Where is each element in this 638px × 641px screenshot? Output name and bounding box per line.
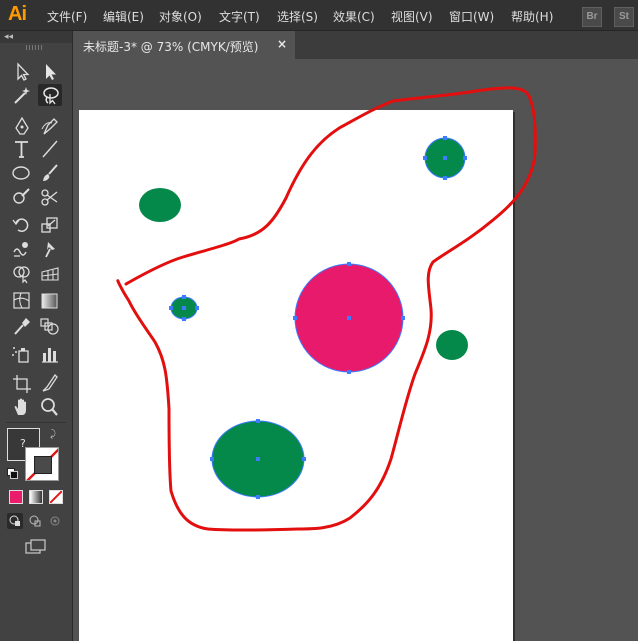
anchor-point[interactable]	[182, 306, 186, 310]
anchor-point[interactable]	[256, 457, 260, 461]
ellipse-tool-icon[interactable]	[10, 162, 34, 184]
artwork-layer	[116, 86, 537, 532]
small-green-circle-left[interactable]	[139, 188, 181, 222]
bridge-button[interactable]: Br	[582, 7, 602, 27]
draw-inside-button[interactable]	[47, 513, 63, 529]
close-tab-icon[interactable]: ×	[277, 37, 287, 51]
tools-panel: ◂◂ ? ⤸	[0, 31, 73, 641]
hand-tool-icon[interactable]	[10, 396, 34, 418]
anchor-point[interactable]	[463, 156, 467, 160]
artboard-tool-icon[interactable]	[10, 372, 34, 394]
green-circle-right[interactable]	[436, 330, 468, 360]
zoom-tool-icon[interactable]	[38, 396, 62, 418]
document-tab-title: 未标题-3* @ 73% (CMYK/预览)	[83, 40, 259, 54]
stroke-swatch[interactable]	[25, 447, 59, 481]
draw-normal-button[interactable]	[7, 513, 23, 529]
anchor-point[interactable]	[347, 262, 351, 266]
menu-file[interactable]: 文件(F)	[47, 8, 87, 25]
gradient-mode-button[interactable]	[29, 490, 43, 504]
anchor-point[interactable]	[210, 457, 214, 461]
direct-selection-tool-icon[interactable]	[38, 61, 62, 83]
anchor-point[interactable]	[423, 156, 427, 160]
line-segment-tool-icon[interactable]	[38, 138, 62, 160]
lasso-tool-icon[interactable]	[38, 84, 62, 106]
column-graph-tool-icon[interactable]	[38, 343, 62, 365]
color-mode-button[interactable]	[9, 490, 23, 504]
shape-builder-tool-icon[interactable]	[10, 262, 34, 284]
scissors-tool-icon[interactable]	[38, 186, 62, 208]
app-logo: Ai	[8, 3, 27, 25]
document-tab[interactable]: 未标题-3* @ 73% (CMYK/预览)	[73, 31, 295, 59]
selection-tool-icon[interactable]	[10, 61, 34, 83]
blend-tool-icon[interactable]	[38, 315, 62, 337]
menu-object[interactable]: 对象(O)	[159, 8, 202, 25]
document-tab-bar: 未标题-3* @ 73% (CMYK/预览) ×	[73, 31, 638, 59]
anchor-point[interactable]	[182, 317, 186, 321]
curvature-tool-icon[interactable]	[38, 115, 62, 137]
menu-help[interactable]: 帮助(H)	[511, 8, 553, 25]
menu-effect[interactable]: 效果(C)	[333, 8, 375, 25]
menu-view[interactable]: 视图(V)	[391, 8, 433, 25]
mesh-tool-icon[interactable]	[10, 290, 34, 312]
draw-behind-button[interactable]	[27, 513, 43, 529]
anchor-point[interactable]	[443, 136, 447, 140]
anchor-point[interactable]	[347, 316, 351, 320]
symbol-sprayer-tool-icon[interactable]	[10, 343, 34, 365]
anchor-point[interactable]	[293, 316, 297, 320]
menu-select[interactable]: 选择(S)	[277, 8, 318, 25]
panel-collapse-button[interactable]: ◂◂	[0, 31, 72, 43]
anchor-point[interactable]	[347, 370, 351, 374]
anchor-point[interactable]	[169, 306, 173, 310]
menu-edit[interactable]: 编辑(E)	[103, 8, 144, 25]
paintbrush-tool-icon[interactable]	[38, 162, 62, 184]
type-tool-icon[interactable]	[10, 138, 34, 160]
screen-mode-icon[interactable]	[24, 538, 48, 556]
menu-type[interactable]: 文字(T)	[219, 8, 260, 25]
panel-separator	[6, 422, 66, 423]
anchor-point[interactable]	[195, 306, 199, 310]
anchor-point[interactable]	[302, 457, 306, 461]
slice-tool-icon[interactable]	[38, 372, 62, 394]
magic-wand-tool-icon[interactable]	[10, 84, 34, 106]
menu-window[interactable]: 窗口(W)	[449, 8, 494, 25]
anchor-point[interactable]	[182, 295, 186, 299]
stock-button[interactable]: St	[614, 7, 634, 27]
panel-grip[interactable]	[26, 45, 44, 50]
shaper-tool-icon[interactable]	[10, 186, 34, 208]
anchor-point[interactable]	[256, 419, 260, 423]
anchor-point[interactable]	[443, 176, 447, 180]
canvas-area[interactable]	[73, 59, 638, 641]
rotate-tool-icon[interactable]	[10, 214, 34, 236]
default-colors-icon[interactable]	[7, 468, 18, 479]
scale-tool-icon[interactable]	[38, 214, 62, 236]
pen-tool-icon[interactable]	[10, 115, 34, 137]
anchor-point[interactable]	[256, 495, 260, 499]
puppet-warp-tool-icon[interactable]	[38, 238, 62, 260]
none-mode-button[interactable]	[49, 490, 63, 504]
gradient-tool-icon[interactable]	[38, 290, 62, 312]
anchor-point[interactable]	[443, 156, 447, 160]
menu-bar: Ai 文件(F) 编辑(E) 对象(O) 文字(T) 选择(S) 效果(C) 视…	[0, 0, 638, 31]
perspective-grid-tool-icon[interactable]	[38, 262, 62, 284]
swap-fill-stroke-icon[interactable]: ⤸	[50, 429, 56, 440]
anchor-point[interactable]	[401, 316, 405, 320]
eyedropper-tool-icon[interactable]	[10, 315, 34, 337]
warp-tool-icon[interactable]	[10, 238, 34, 260]
